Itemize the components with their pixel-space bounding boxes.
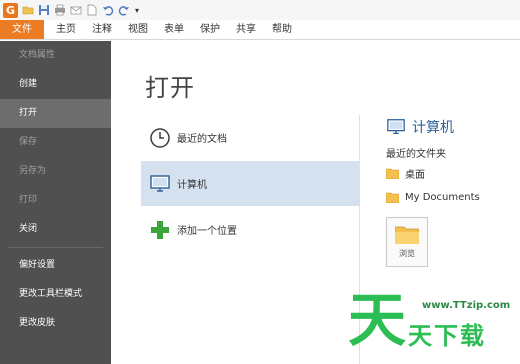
- page-title: 打开: [145, 74, 195, 102]
- open-icon[interactable]: [21, 4, 34, 17]
- folder-icon: [395, 226, 419, 244]
- tab-form[interactable]: 表单: [156, 20, 192, 39]
- clock-icon: [150, 127, 170, 148]
- sidebar-item-save[interactable]: 保存: [0, 128, 111, 157]
- sidebar-item-document-properties[interactable]: 文档属性: [0, 41, 111, 70]
- sidebar-item-toolbar-mode[interactable]: 更改工具栏模式: [0, 280, 111, 309]
- place-label: 添加一个位置: [177, 226, 237, 237]
- open-panel: 打开 最近的文档 计算机 添加一个位置 计算机 最近的文件夹 桌面 My Doc…: [111, 41, 520, 364]
- sidebar-item-create[interactable]: 创建: [0, 70, 111, 99]
- quick-access-toolbar: G ▾: [0, 0, 520, 20]
- recent-folders-label: 最近的文件夹: [386, 149, 446, 160]
- computer-icon: [150, 174, 170, 192]
- app-logo-icon[interactable]: G: [3, 2, 18, 18]
- computer-detail: 计算机 最近的文件夹 桌面 My Documents 浏览: [386, 115, 516, 267]
- folder-label: 桌面: [405, 169, 425, 181]
- folder-icon: [386, 192, 399, 203]
- place-recent-documents[interactable]: 最近的文档: [141, 115, 359, 160]
- folder-icon: [386, 168, 399, 179]
- places-list: 最近的文档 计算机 添加一个位置: [141, 115, 359, 253]
- customize-toolbar-icon[interactable]: ▾: [133, 6, 141, 15]
- browse-button[interactable]: 浏览: [386, 217, 428, 267]
- tab-share[interactable]: 共享: [228, 20, 264, 39]
- place-add-location[interactable]: 添加一个位置: [141, 207, 359, 252]
- sidebar-item-close[interactable]: 关闭: [0, 215, 111, 244]
- undo-icon[interactable]: [101, 4, 114, 17]
- panel-divider: [359, 115, 360, 364]
- place-label: 最近的文档: [177, 134, 227, 145]
- tab-home[interactable]: 主页: [48, 20, 84, 39]
- folder-my-documents[interactable]: My Documents: [386, 186, 516, 208]
- backstage-sidebar: 文档属性 创建 打开 保存 另存为 打印 关闭 偏好设置 更改工具栏模式 更改皮…: [0, 41, 111, 364]
- tab-protect[interactable]: 保护: [192, 20, 228, 39]
- email-icon[interactable]: [69, 4, 82, 17]
- detail-title-text: 计算机: [412, 120, 454, 136]
- tab-help[interactable]: 帮助: [264, 20, 300, 39]
- sidebar-item-preferences[interactable]: 偏好设置: [0, 251, 111, 280]
- sidebar-item-change-skin[interactable]: 更改皮肤: [0, 309, 111, 338]
- plus-icon: [151, 220, 169, 239]
- browse-label: 浏览: [399, 249, 415, 258]
- folder-desktop[interactable]: 桌面: [386, 162, 516, 184]
- save-icon[interactable]: [37, 4, 50, 17]
- place-label: 计算机: [177, 180, 207, 191]
- detail-title: 计算机: [386, 115, 516, 139]
- sidebar-item-print[interactable]: 打印: [0, 186, 111, 215]
- new-document-icon[interactable]: [85, 4, 98, 17]
- tab-comment[interactable]: 注释: [84, 20, 120, 39]
- redo-icon[interactable]: [117, 4, 130, 17]
- sidebar-divider: [8, 247, 103, 248]
- sidebar-item-save-as[interactable]: 另存为: [0, 157, 111, 186]
- computer-icon: [387, 119, 405, 134]
- print-icon[interactable]: [53, 4, 66, 17]
- ribbon-tabs: 文件 主页 注释 视图 表单 保护 共享 帮助: [0, 20, 520, 40]
- place-computer[interactable]: 计算机: [141, 161, 359, 206]
- tab-view[interactable]: 视图: [120, 20, 156, 39]
- sidebar-item-open[interactable]: 打开: [0, 99, 111, 128]
- folder-label: My Documents: [405, 191, 480, 203]
- tab-file[interactable]: 文件: [0, 20, 44, 39]
